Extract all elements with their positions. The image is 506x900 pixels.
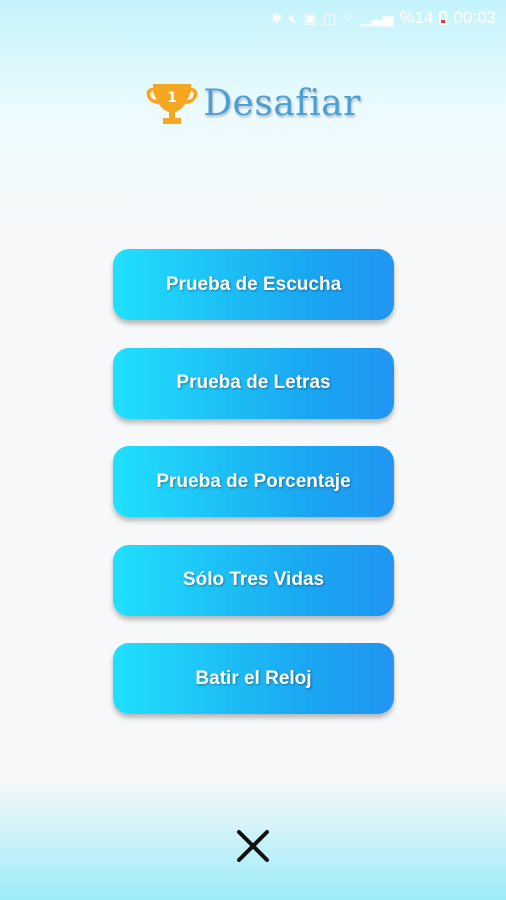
- trophy-icon: 1: [146, 84, 198, 124]
- percentage-test-button[interactable]: Prueba de Porcentaje: [113, 446, 394, 517]
- close-icon[interactable]: [233, 826, 273, 866]
- nfc-icon: ◫: [322, 9, 336, 26]
- status-bar: ✱ 🔇︎ ▣ ◫ ⌔ ▁▃▅ %14 00:03: [0, 0, 506, 36]
- page-header: 1 Desafiar: [0, 78, 506, 128]
- challenge-menu: Prueba de Escucha Prueba de Letras Prueb…: [113, 249, 394, 742]
- clock: 00:03: [453, 8, 496, 27]
- letters-test-button[interactable]: Prueba de Letras: [113, 347, 394, 419]
- three-lives-button[interactable]: Sólo Tres Vidas: [113, 544, 394, 616]
- wifi-icon: ⌔: [341, 9, 356, 25]
- listening-test-button[interactable]: Prueba de Escucha: [113, 249, 394, 320]
- battery-percent: %14: [399, 8, 434, 27]
- signal-icon: ▁▃▅: [361, 9, 394, 26]
- image-icon: ▣: [303, 9, 317, 26]
- page-title: Desafiar: [203, 82, 361, 124]
- bluetooth-icon: ✱: [270, 9, 283, 26]
- mute-icon: 🔇︎: [288, 9, 298, 26]
- trophy-number: 1: [167, 90, 177, 106]
- battery-icon: [439, 11, 448, 25]
- beat-the-clock-button[interactable]: Batir el Reloj: [113, 643, 394, 714]
